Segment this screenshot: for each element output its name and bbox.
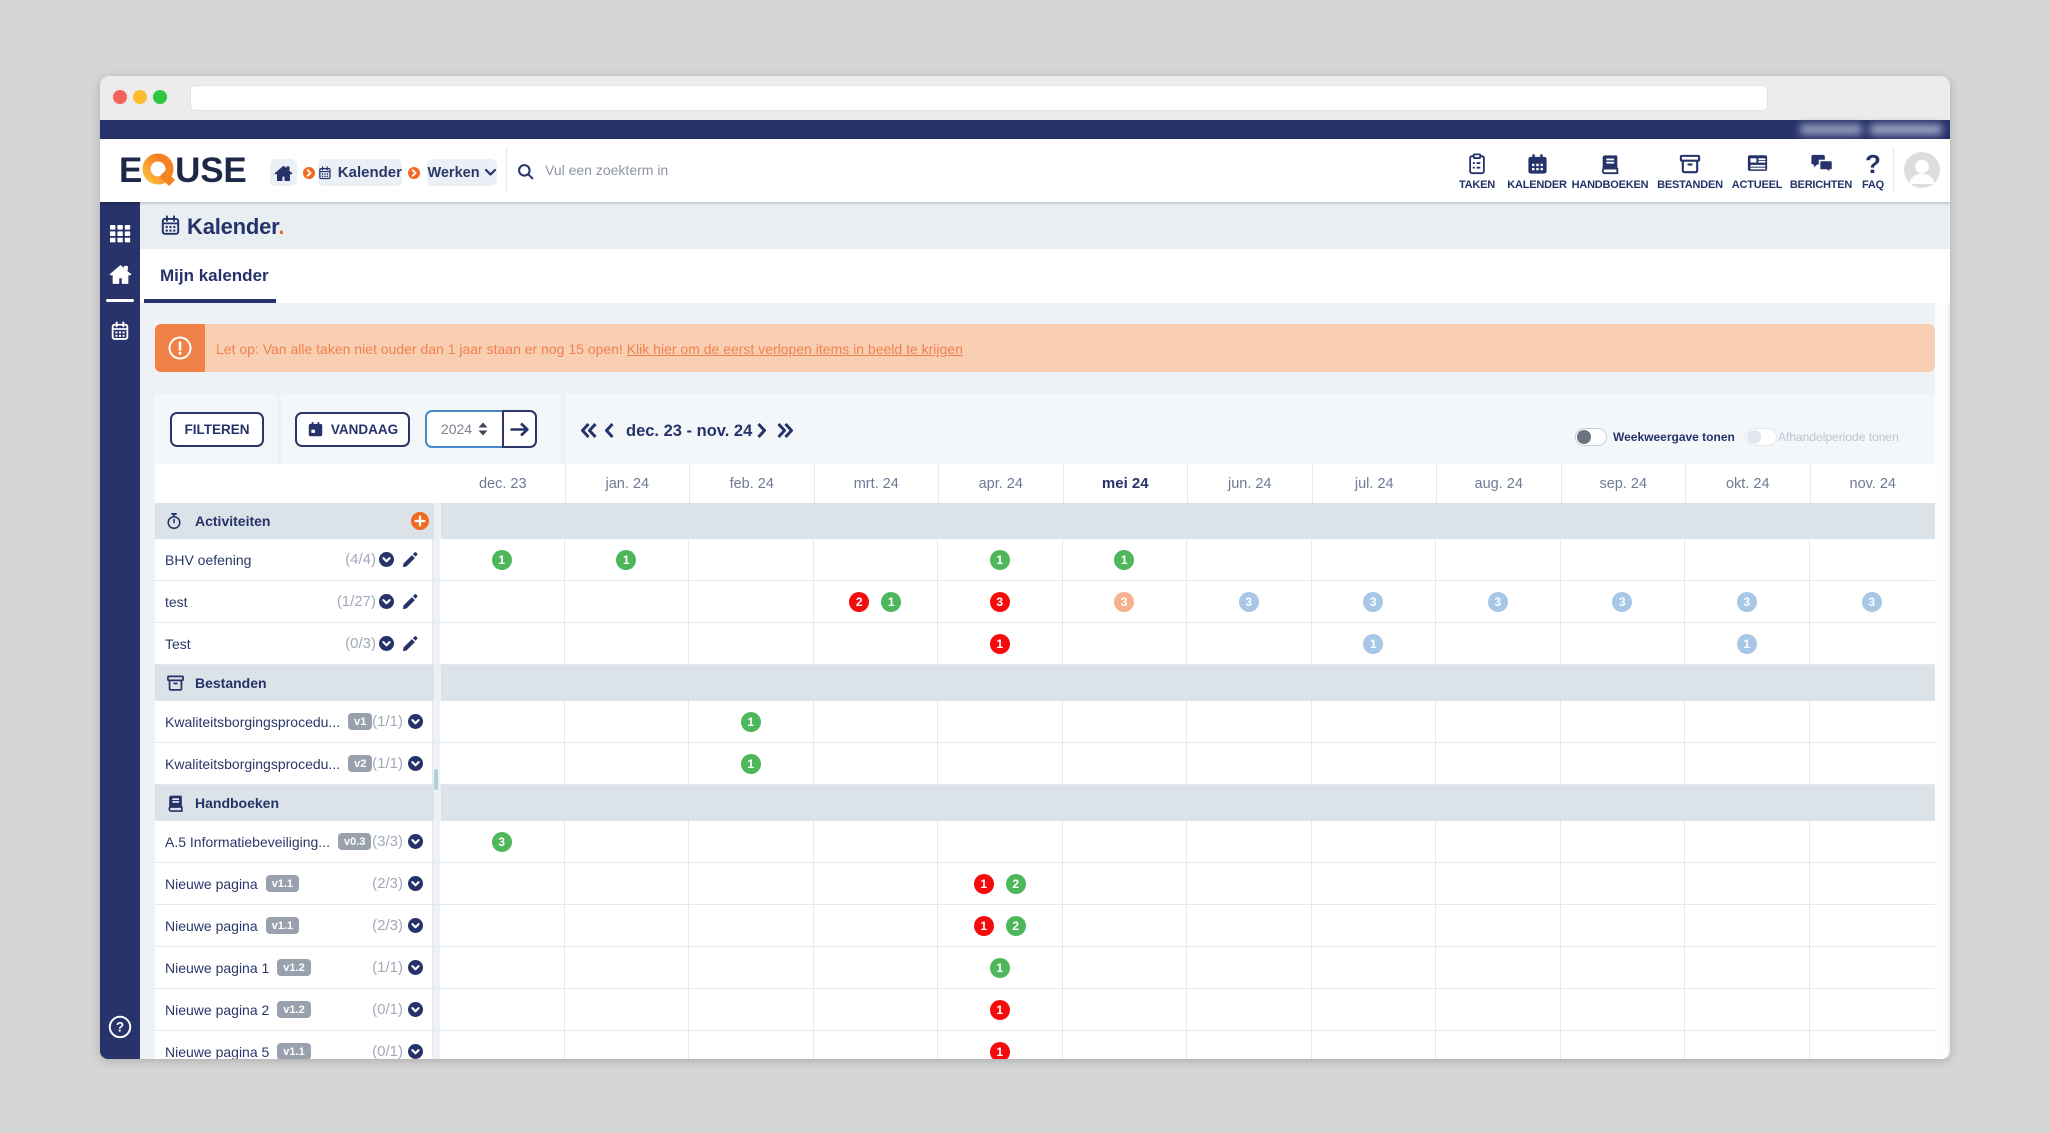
svg-text:?: ? xyxy=(116,1020,124,1035)
